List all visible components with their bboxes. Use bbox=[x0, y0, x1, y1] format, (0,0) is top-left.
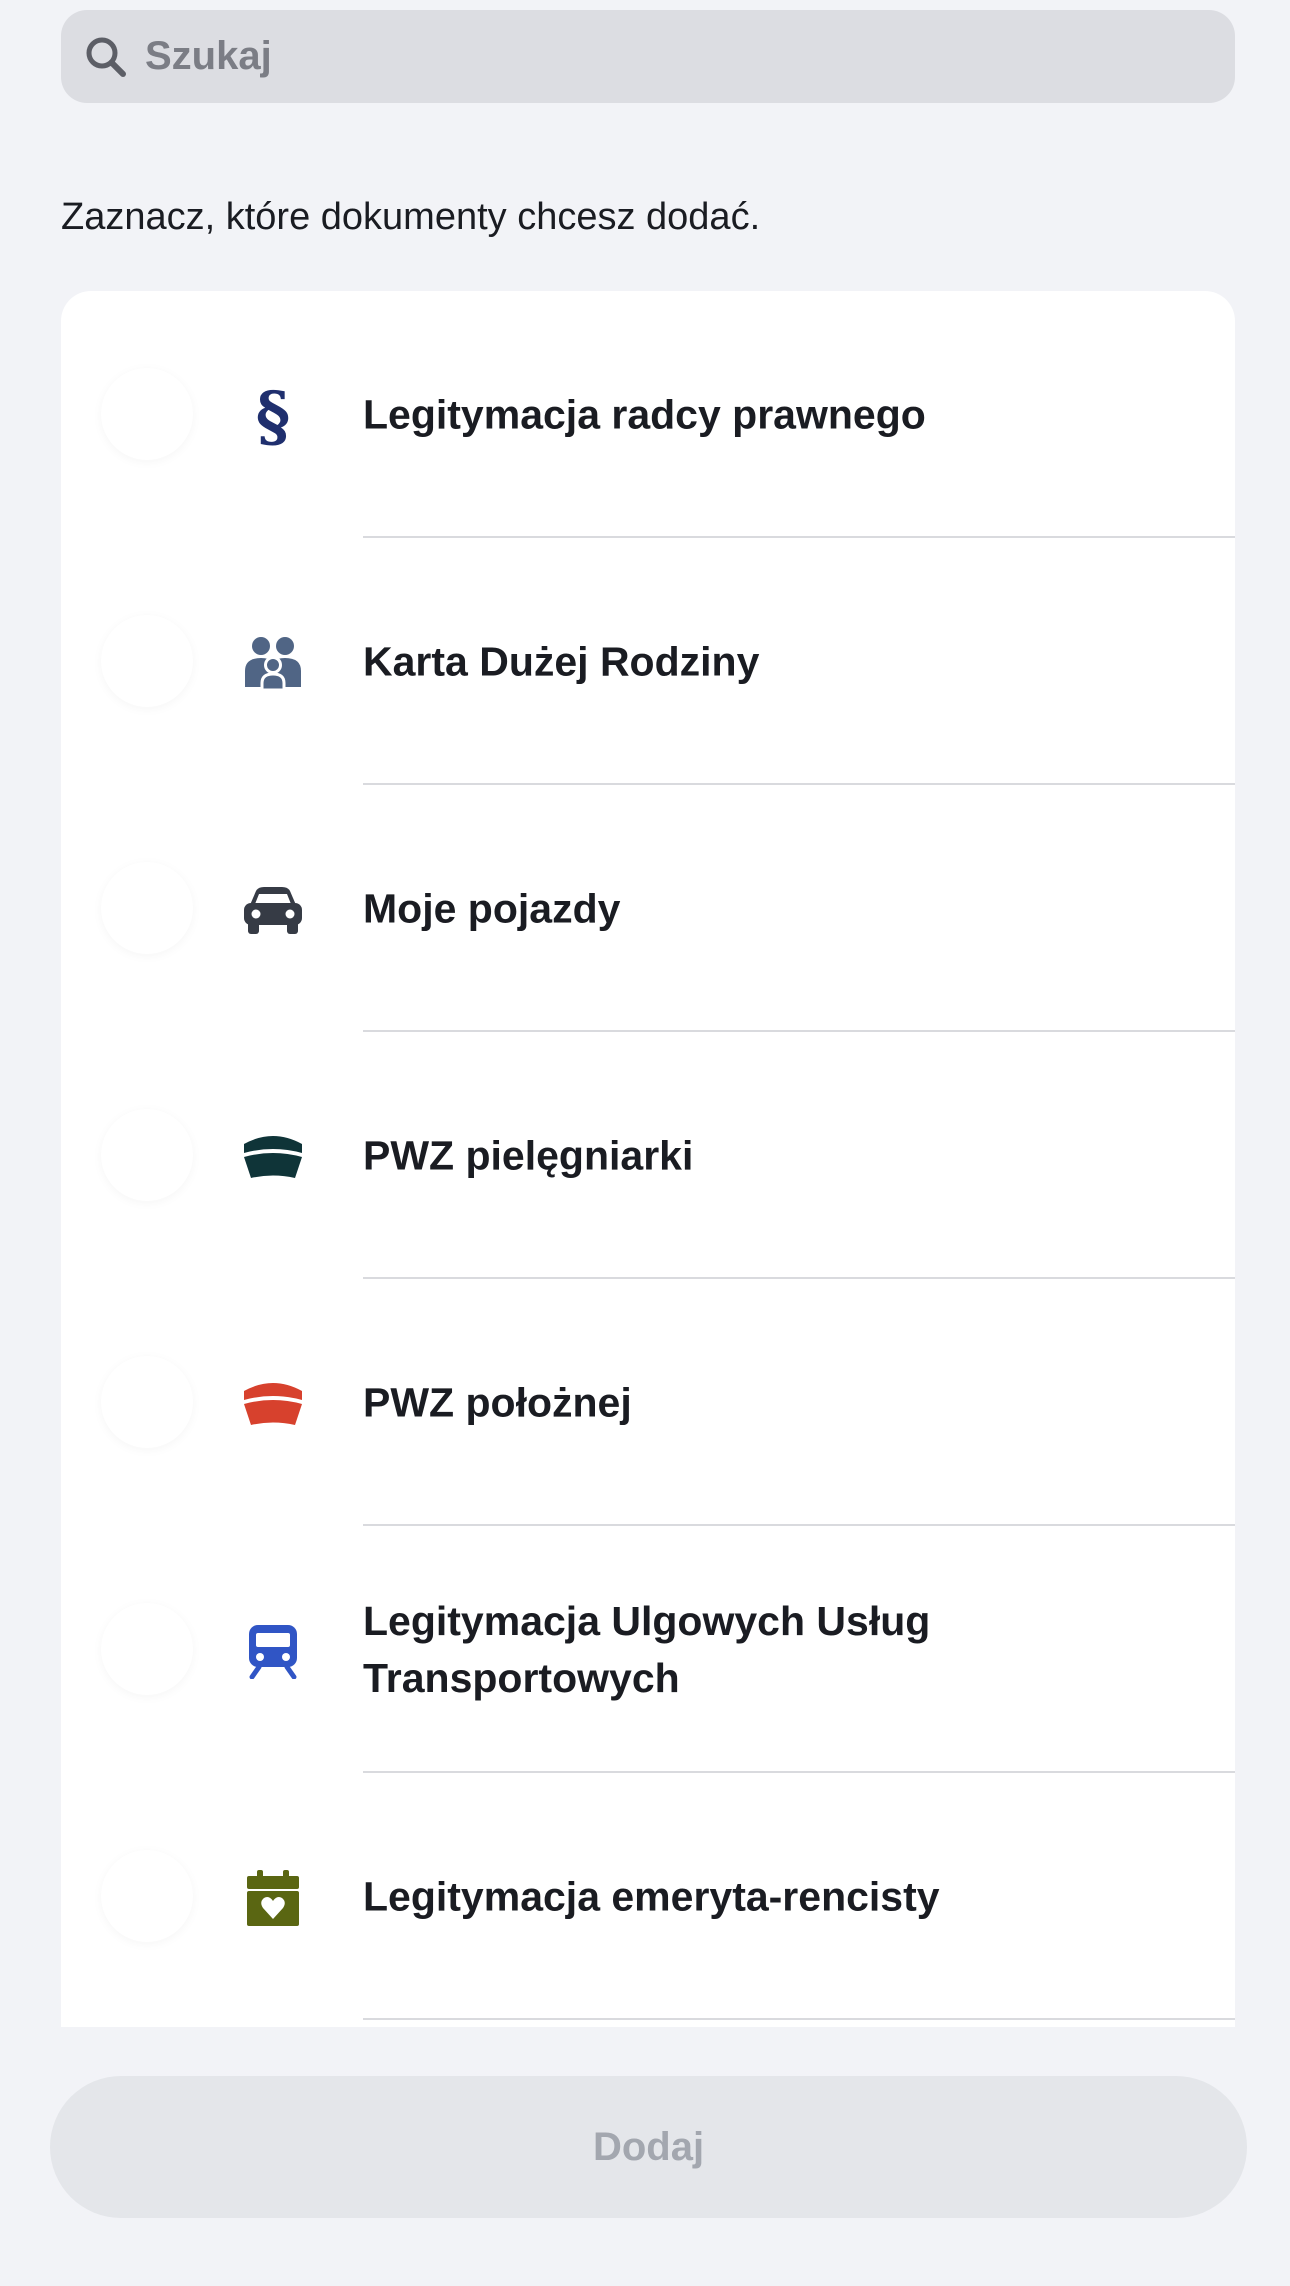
document-label: Legitymacja emeryta-rencisty bbox=[363, 1873, 940, 1919]
family-icon bbox=[241, 631, 305, 695]
add-button[interactable]: Dodaj bbox=[50, 2076, 1247, 2218]
document-label: Moje pojazdy bbox=[363, 885, 621, 931]
search-bar[interactable] bbox=[61, 10, 1235, 103]
paragraph-icon: § bbox=[255, 377, 291, 455]
document-label: PWZ położnej bbox=[363, 1379, 632, 1425]
train-icon bbox=[241, 1619, 305, 1683]
document-label: PWZ pielęgniarki bbox=[363, 1132, 694, 1178]
select-checkbox[interactable] bbox=[101, 1603, 193, 1695]
select-checkbox[interactable] bbox=[101, 368, 193, 460]
list-item[interactable]: Legitymacja Ulgowych Usług Transportowyc… bbox=[61, 1526, 1235, 1773]
document-label: Karta Dużej Rodziny bbox=[363, 638, 760, 684]
car-icon bbox=[241, 878, 305, 942]
search-input[interactable] bbox=[145, 26, 1145, 87]
list-item[interactable]: § Legitymacja radcy prawnego bbox=[61, 291, 1235, 538]
list-item[interactable]: PWZ położnej bbox=[61, 1279, 1235, 1526]
select-checkbox[interactable] bbox=[101, 1109, 193, 1201]
document-label: Legitymacja radcy prawnego bbox=[363, 391, 926, 437]
instructions-text: Zaznacz, które dokumenty chcesz dodać. bbox=[61, 196, 761, 238]
document-label: Legitymacja Ulgowych Usług Transportowyc… bbox=[363, 1597, 931, 1701]
midwife-cap-icon bbox=[241, 1372, 305, 1436]
select-checkbox[interactable] bbox=[101, 1356, 193, 1448]
search-icon bbox=[83, 34, 129, 80]
calendar-heart-icon bbox=[241, 1866, 305, 1930]
list-item[interactable]: PWZ pielęgniarki bbox=[61, 1032, 1235, 1279]
document-list: § Legitymacja radcy prawnego Karta Dużej… bbox=[61, 291, 1235, 2027]
select-checkbox[interactable] bbox=[101, 1850, 193, 1942]
list-item[interactable]: Legitymacja emeryta-rencisty bbox=[61, 1773, 1235, 2020]
select-checkbox[interactable] bbox=[101, 615, 193, 707]
list-item[interactable]: Karta Dużej Rodziny bbox=[61, 538, 1235, 785]
select-checkbox[interactable] bbox=[101, 862, 193, 954]
list-item[interactable]: Moje pojazdy bbox=[61, 785, 1235, 1032]
nurse-cap-icon bbox=[241, 1125, 305, 1189]
row-divider bbox=[363, 2018, 1235, 2020]
